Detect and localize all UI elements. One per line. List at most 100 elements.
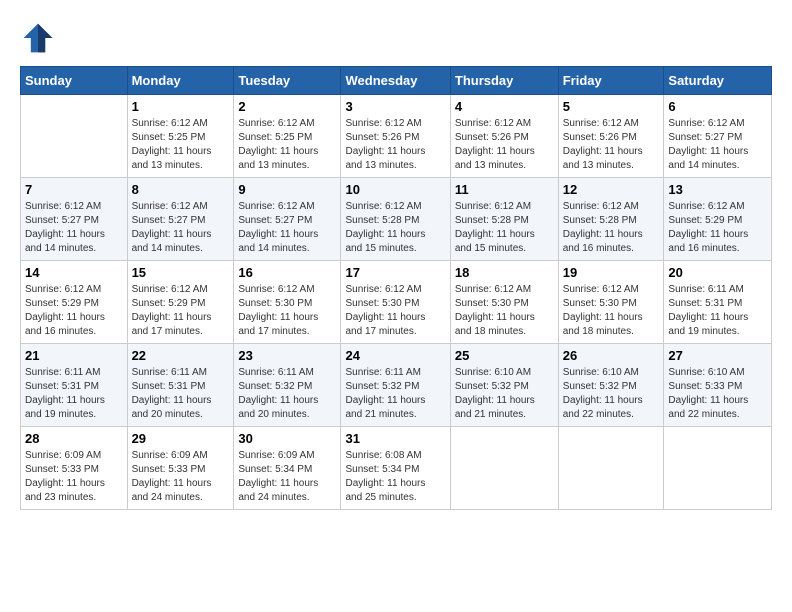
calendar-week-row: 28 Sunrise: 6:09 AM Sunset: 5:33 PM Dayli… xyxy=(21,427,772,510)
day-number: 7 xyxy=(25,182,123,197)
calendar-cell: 3 Sunrise: 6:12 AM Sunset: 5:26 PM Daylig… xyxy=(341,95,450,178)
day-number: 6 xyxy=(668,99,767,114)
calendar-cell: 18Sunrise: 6:12 AM Sunset: 5:30 PM Dayli… xyxy=(450,261,558,344)
day-detail: Sunrise: 6:11 AM Sunset: 5:32 PM Dayligh… xyxy=(345,366,445,422)
calendar-cell: 4 Sunrise: 6:12 AM Sunset: 5:26 PM Daylig… xyxy=(450,95,558,178)
calendar-cell: 2 Sunrise: 6:12 AM Sunset: 5:25 PM Daylig… xyxy=(234,95,341,178)
day-number: 25 xyxy=(455,348,554,363)
day-number: 9 xyxy=(238,182,336,197)
day-number: 10 xyxy=(345,182,445,197)
day-number: 12 xyxy=(563,182,660,197)
calendar-cell: 31Sunrise: 6:08 AM Sunset: 5:34 PM Dayli… xyxy=(341,427,450,510)
calendar-week-row: 21 Sunrise: 6:11 AM Sunset: 5:31 PM Dayli… xyxy=(21,344,772,427)
calendar-cell: 25 Sunrise: 6:10 AM Sunset: 5:32 PM Dayli… xyxy=(450,344,558,427)
day-number: 16 xyxy=(238,265,336,280)
day-detail: Sunrise: 6:12 AM Sunset: 5:28 PM Dayligh… xyxy=(455,200,554,256)
calendar-cell: 10Sunrise: 6:12 AM Sunset: 5:28 PM Dayli… xyxy=(341,178,450,261)
day-detail: Sunrise: 6:12 AM Sunset: 5:26 PM Dayligh… xyxy=(345,117,445,173)
logo-icon xyxy=(20,20,56,56)
calendar-cell: 30Sunrise: 6:09 AM Sunset: 5:34 PM Dayli… xyxy=(234,427,341,510)
day-number: 2 xyxy=(238,99,336,114)
calendar-cell: 13 Sunrise: 6:12 AM Sunset: 5:29 PM Dayli… xyxy=(664,178,772,261)
day-detail: Sunrise: 6:09 AM Sunset: 5:33 PM Dayligh… xyxy=(25,449,123,505)
day-number: 30 xyxy=(238,431,336,446)
calendar-cell: 17 Sunrise: 6:12 AM Sunset: 5:30 PM Dayli… xyxy=(341,261,450,344)
day-number: 15 xyxy=(132,265,230,280)
calendar-cell: 27Sunrise: 6:10 AM Sunset: 5:33 PM Dayli… xyxy=(664,344,772,427)
day-detail: Sunrise: 6:12 AM Sunset: 5:29 PM Dayligh… xyxy=(132,283,230,339)
calendar-cell: 29 Sunrise: 6:09 AM Sunset: 5:33 PM Dayli… xyxy=(127,427,234,510)
weekday-header: Monday xyxy=(127,67,234,95)
calendar-cell: 11 Sunrise: 6:12 AM Sunset: 5:28 PM Dayli… xyxy=(450,178,558,261)
calendar-cell: 8Sunrise: 6:12 AM Sunset: 5:27 PM Daylig… xyxy=(127,178,234,261)
day-number: 17 xyxy=(345,265,445,280)
day-number: 29 xyxy=(132,431,230,446)
weekday-header: Friday xyxy=(558,67,664,95)
calendar-cell xyxy=(450,427,558,510)
weekday-header: Saturday xyxy=(664,67,772,95)
weekday-header: Tuesday xyxy=(234,67,341,95)
day-detail: Sunrise: 6:12 AM Sunset: 5:27 PM Dayligh… xyxy=(668,117,767,173)
day-number: 31 xyxy=(345,431,445,446)
day-number: 8 xyxy=(132,182,230,197)
day-number: 3 xyxy=(345,99,445,114)
calendar-week-row: 14Sunrise: 6:12 AM Sunset: 5:29 PM Dayli… xyxy=(21,261,772,344)
calendar-cell: 23Sunrise: 6:11 AM Sunset: 5:32 PM Dayli… xyxy=(234,344,341,427)
day-detail: Sunrise: 6:12 AM Sunset: 5:27 PM Dayligh… xyxy=(238,200,336,256)
weekday-header: Wednesday xyxy=(341,67,450,95)
calendar-cell: 12 Sunrise: 6:12 AM Sunset: 5:28 PM Dayli… xyxy=(558,178,664,261)
calendar-cell: 20 Sunrise: 6:11 AM Sunset: 5:31 PM Dayli… xyxy=(664,261,772,344)
day-number: 26 xyxy=(563,348,660,363)
calendar-table: SundayMondayTuesdayWednesdayThursdayFrid… xyxy=(20,66,772,510)
day-detail: Sunrise: 6:11 AM Sunset: 5:31 PM Dayligh… xyxy=(668,283,767,339)
calendar-cell: 7 Sunrise: 6:12 AM Sunset: 5:27 PM Daylig… xyxy=(21,178,128,261)
day-number: 24 xyxy=(345,348,445,363)
day-detail: Sunrise: 6:11 AM Sunset: 5:31 PM Dayligh… xyxy=(25,366,123,422)
calendar-cell: 16 Sunrise: 6:12 AM Sunset: 5:30 PM Dayli… xyxy=(234,261,341,344)
day-detail: Sunrise: 6:12 AM Sunset: 5:26 PM Dayligh… xyxy=(563,117,660,173)
calendar-cell: 15 Sunrise: 6:12 AM Sunset: 5:29 PM Dayli… xyxy=(127,261,234,344)
calendar-cell: 9 Sunrise: 6:12 AM Sunset: 5:27 PM Daylig… xyxy=(234,178,341,261)
day-number: 1 xyxy=(132,99,230,114)
calendar-cell xyxy=(21,95,128,178)
calendar-cell: 22 Sunrise: 6:11 AM Sunset: 5:31 PM Dayli… xyxy=(127,344,234,427)
day-detail: Sunrise: 6:12 AM Sunset: 5:25 PM Dayligh… xyxy=(238,117,336,173)
day-number: 23 xyxy=(238,348,336,363)
day-number: 28 xyxy=(25,431,123,446)
calendar-cell: 14Sunrise: 6:12 AM Sunset: 5:29 PM Dayli… xyxy=(21,261,128,344)
day-number: 21 xyxy=(25,348,123,363)
day-number: 13 xyxy=(668,182,767,197)
day-number: 5 xyxy=(563,99,660,114)
day-number: 11 xyxy=(455,182,554,197)
day-detail: Sunrise: 6:12 AM Sunset: 5:25 PM Dayligh… xyxy=(132,117,230,173)
day-detail: Sunrise: 6:12 AM Sunset: 5:30 PM Dayligh… xyxy=(238,283,336,339)
weekday-header: Sunday xyxy=(21,67,128,95)
weekday-header-row: SundayMondayTuesdayWednesdayThursdayFrid… xyxy=(21,67,772,95)
day-number: 20 xyxy=(668,265,767,280)
page-header xyxy=(20,20,772,56)
calendar-cell xyxy=(558,427,664,510)
day-detail: Sunrise: 6:12 AM Sunset: 5:26 PM Dayligh… xyxy=(455,117,554,173)
day-detail: Sunrise: 6:12 AM Sunset: 5:30 PM Dayligh… xyxy=(345,283,445,339)
day-detail: Sunrise: 6:12 AM Sunset: 5:30 PM Dayligh… xyxy=(455,283,554,339)
day-detail: Sunrise: 6:10 AM Sunset: 5:32 PM Dayligh… xyxy=(455,366,554,422)
day-detail: Sunrise: 6:12 AM Sunset: 5:27 PM Dayligh… xyxy=(25,200,123,256)
logo xyxy=(20,20,60,56)
day-detail: Sunrise: 6:12 AM Sunset: 5:29 PM Dayligh… xyxy=(668,200,767,256)
calendar-cell: 6 Sunrise: 6:12 AM Sunset: 5:27 PM Daylig… xyxy=(664,95,772,178)
day-number: 27 xyxy=(668,348,767,363)
day-number: 22 xyxy=(132,348,230,363)
calendar-cell: 19 Sunrise: 6:12 AM Sunset: 5:30 PM Dayli… xyxy=(558,261,664,344)
calendar-cell xyxy=(664,427,772,510)
day-detail: Sunrise: 6:09 AM Sunset: 5:33 PM Dayligh… xyxy=(132,449,230,505)
day-detail: Sunrise: 6:12 AM Sunset: 5:28 PM Dayligh… xyxy=(563,200,660,256)
day-number: 4 xyxy=(455,99,554,114)
day-detail: Sunrise: 6:12 AM Sunset: 5:29 PM Dayligh… xyxy=(25,283,123,339)
calendar-cell: 21 Sunrise: 6:11 AM Sunset: 5:31 PM Dayli… xyxy=(21,344,128,427)
day-number: 19 xyxy=(563,265,660,280)
day-detail: Sunrise: 6:10 AM Sunset: 5:32 PM Dayligh… xyxy=(563,366,660,422)
weekday-header: Thursday xyxy=(450,67,558,95)
day-detail: Sunrise: 6:12 AM Sunset: 5:30 PM Dayligh… xyxy=(563,283,660,339)
day-detail: Sunrise: 6:11 AM Sunset: 5:31 PM Dayligh… xyxy=(132,366,230,422)
calendar-cell: 5 Sunrise: 6:12 AM Sunset: 5:26 PM Daylig… xyxy=(558,95,664,178)
